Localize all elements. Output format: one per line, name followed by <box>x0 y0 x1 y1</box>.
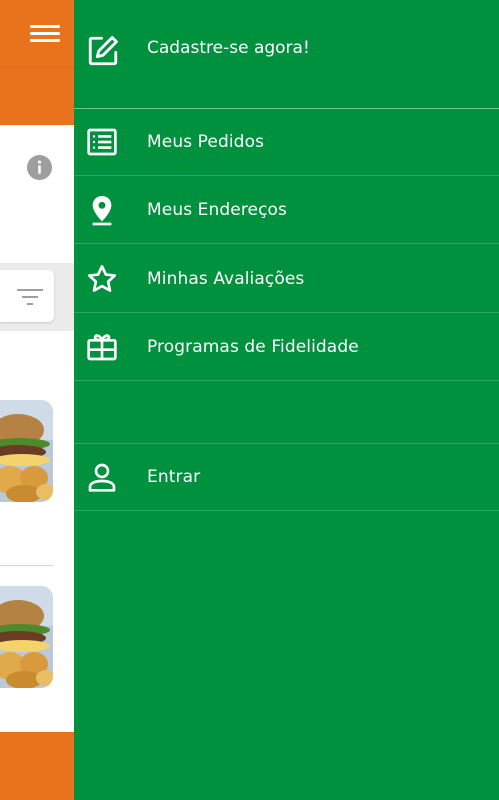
menu-item-meus-enderecos[interactable]: Meus Endereços <box>74 176 499 244</box>
menu-item-label: Minhas Avaliações <box>147 269 305 289</box>
info-icon[interactable] <box>27 155 52 180</box>
list-icon <box>87 128 117 156</box>
background-page <box>0 0 74 800</box>
menu-item-meus-pedidos[interactable]: Meus Pedidos <box>74 108 499 176</box>
list-divider <box>0 565 54 566</box>
product-image[interactable] <box>0 400 53 502</box>
menu-item-minhas-avaliacoes[interactable]: Minhas Avaliações <box>74 245 499 313</box>
navigation-drawer: Cadastre-se agora! Meus Pedidos Meus End… <box>74 0 499 800</box>
gift-card-icon <box>87 334 117 361</box>
app-header <box>0 0 74 125</box>
menu-icon[interactable] <box>30 22 60 44</box>
signup-label: Cadastre-se agora! <box>147 38 310 58</box>
header-divider <box>0 67 74 68</box>
signup-item[interactable]: Cadastre-se agora! <box>74 0 499 109</box>
menu-item-label: Programas de Fidelidade <box>147 337 359 357</box>
app-footer-bar <box>0 732 74 800</box>
person-icon <box>88 463 116 492</box>
filter-icon <box>17 289 43 305</box>
star-icon <box>87 265 117 292</box>
menu-item-programas-de-fidelidade[interactable]: Programas de Fidelidade <box>74 313 499 381</box>
menu-item-label: Meus Endereços <box>147 200 288 220</box>
product-image[interactable] <box>0 586 53 688</box>
login-item[interactable]: Entrar <box>74 443 499 511</box>
menu-item-label: Meus Pedidos <box>147 132 265 152</box>
drawer-spacer <box>74 381 499 444</box>
edit-icon <box>88 36 118 66</box>
location-pin-icon <box>92 196 112 226</box>
login-label: Entrar <box>147 467 201 487</box>
